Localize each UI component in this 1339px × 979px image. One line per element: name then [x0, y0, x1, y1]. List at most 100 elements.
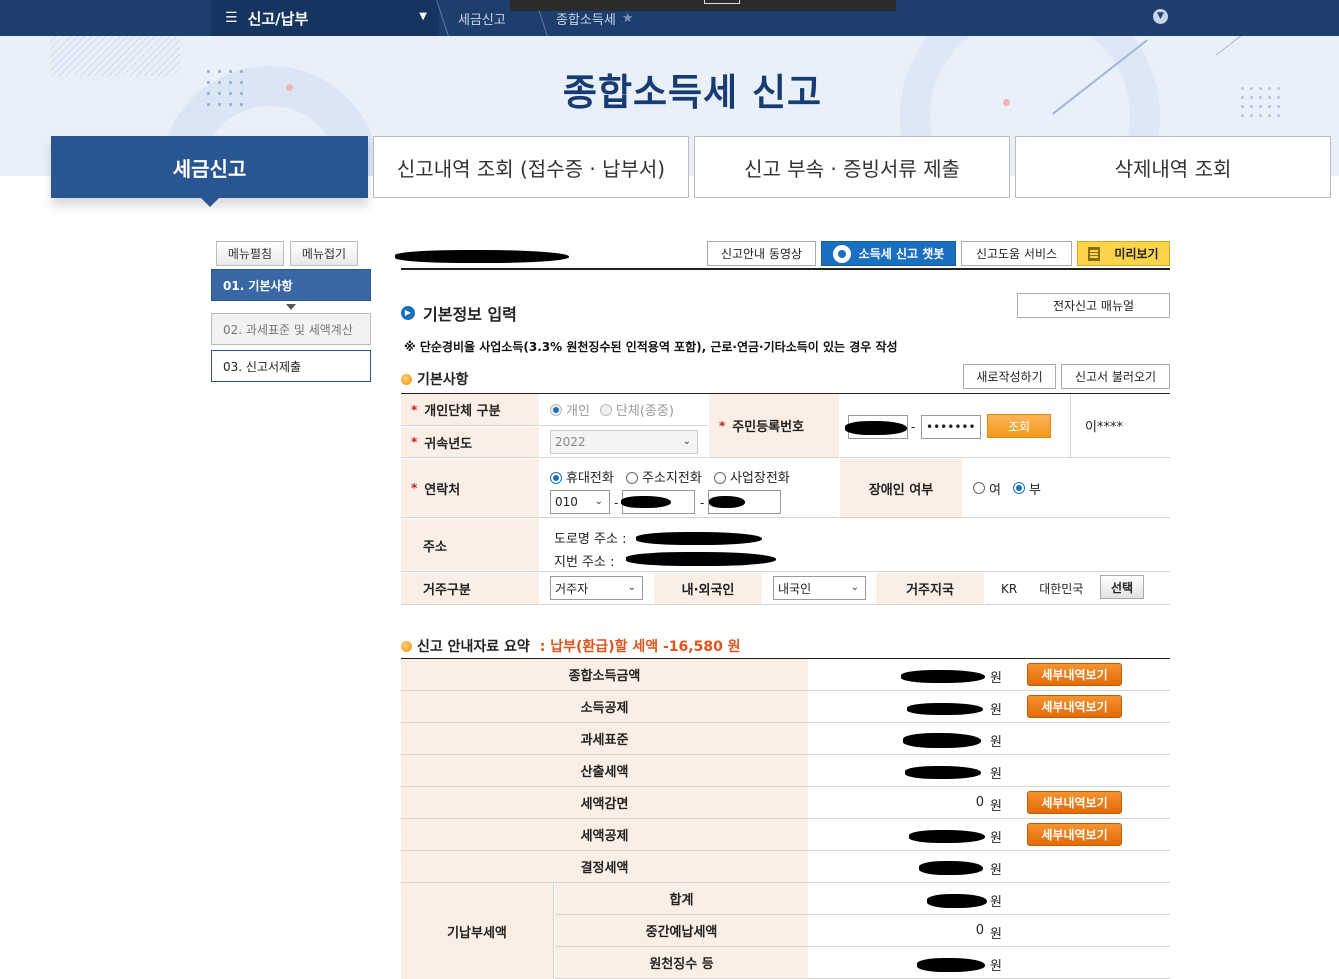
- bullet-icon: [401, 373, 412, 385]
- bullet-icon: [401, 640, 412, 652]
- row-value: 원 세부내역보기: [809, 691, 1170, 722]
- document-icon: [1088, 246, 1101, 261]
- row-label: 세액공제: [401, 819, 808, 850]
- table-row: 중간예납세액 0 원: [555, 915, 1170, 947]
- row-label: 과세표준: [401, 723, 808, 754]
- radio-disability-no[interactable]: [1012, 482, 1025, 494]
- preview-button[interactable]: 미리보기: [1077, 241, 1170, 266]
- table-row: 산출세액 원: [401, 755, 1170, 787]
- table-row: 세액공제 원 세부내역보기: [401, 819, 1170, 851]
- detail-button[interactable]: 세부내역보기: [1027, 663, 1122, 686]
- video-guide-button[interactable]: 신고안내 동영상: [707, 241, 816, 266]
- year-select[interactable]: 2022 ⌄: [550, 430, 698, 454]
- chevron-down-icon: ⌄: [850, 582, 859, 593]
- phone-prefix-select[interactable]: 010 ⌄: [550, 490, 610, 514]
- row-label: 종합소득금액: [401, 659, 808, 690]
- help-service-button[interactable]: 신고도움 서비스: [961, 241, 1072, 266]
- top-nav: ☰ 신고/납부 ▼ 세금신고 종합소득세 ★ ▼: [0, 0, 1339, 36]
- row-label: 합계: [555, 883, 808, 914]
- phone-middle-input[interactable]: [621, 490, 695, 514]
- chevron-down-circle-icon[interactable]: ▼: [1153, 9, 1168, 24]
- radio-disability-yes[interactable]: [973, 482, 985, 494]
- sidebar-item-tax-calc[interactable]: 02. 과세표준 및 세액계산: [211, 313, 371, 345]
- disability-label: 장애인 여부: [840, 459, 962, 518]
- row-label: 산출세액: [401, 755, 808, 786]
- phone-last-input[interactable]: [708, 490, 781, 514]
- breadcrumb-item-tax-report[interactable]: 세금신고: [458, 0, 506, 36]
- nav-menu-button[interactable]: ☰ 신고/납부 ▼: [211, 0, 439, 36]
- page-title: 종합소득세 신고: [562, 71, 823, 114]
- entity-type-label: * 개인단체 구분: [401, 394, 539, 426]
- payable-amount: : 납부(환급)할 세액 -16,580 원: [539, 639, 741, 655]
- summary-heading: 신고 안내자료 요약 : 납부(환급)할 세액 -16,580 원: [401, 636, 741, 656]
- table-row: 합계 원: [555, 883, 1170, 915]
- row-value: 원: [809, 883, 1170, 914]
- tab-report-history[interactable]: 신고내역 조회 (접수증 · 납부서): [373, 136, 689, 198]
- name-display: 이****: [1071, 394, 1170, 458]
- residence-select[interactable]: 거주자 ⌄: [550, 576, 643, 600]
- tab-deleted-history[interactable]: 삭제내역 조회: [1015, 136, 1331, 198]
- detail-button[interactable]: 세부내역보기: [1027, 695, 1122, 718]
- address-label: 주소: [401, 519, 539, 572]
- row-value: 원 세부내역보기: [809, 659, 1170, 690]
- table-row: 원천징수 등 원: [555, 947, 1170, 979]
- chatbot-icon: [832, 244, 851, 263]
- country-select-button[interactable]: 선택: [1100, 575, 1144, 599]
- chevron-down-icon: ⌄: [682, 436, 691, 447]
- table-row: 세액감면 0 원 세부내역보기: [401, 787, 1170, 819]
- redacted-address: [626, 552, 776, 566]
- lookup-button[interactable]: 조회: [987, 414, 1051, 438]
- arrow-right-icon: ▶: [401, 306, 415, 320]
- hamburger-icon: ☰: [225, 10, 238, 26]
- redacted-address: [636, 532, 762, 545]
- rrn-front-input[interactable]: [845, 415, 908, 439]
- row-value: 원: [809, 851, 1170, 882]
- table-row: 종합소득금액 원 세부내역보기: [401, 659, 1170, 691]
- row-value: 0 원: [809, 915, 1170, 946]
- radio-mobile[interactable]: [550, 472, 562, 484]
- nationality-select[interactable]: 내국인 ⌄: [773, 576, 866, 600]
- star-icon[interactable]: ★: [622, 11, 634, 26]
- chevron-down-icon: ⌄: [594, 496, 603, 507]
- year-label: * 귀속년도: [401, 427, 539, 458]
- new-form-button[interactable]: 새로작성하기: [963, 364, 1056, 389]
- chevron-down-icon: ⌄: [627, 582, 636, 593]
- tab-attachments[interactable]: 신고 부속 · 증빙서류 제출: [694, 136, 1010, 198]
- detail-button[interactable]: 세부내역보기: [1027, 791, 1122, 814]
- prepaid-label: 기납부세액: [401, 883, 554, 979]
- redacted-name: [395, 250, 569, 263]
- menu-collapse-button[interactable]: 메뉴접기: [290, 241, 358, 266]
- arrow-down-icon: [286, 304, 296, 310]
- table-row: 결정세액 원: [401, 851, 1170, 883]
- entity-type-radio-group: 개인 단체(종중): [540, 394, 708, 426]
- basic-info-heading: 기본사항: [401, 369, 469, 389]
- radio-work-phone[interactable]: [713, 472, 726, 484]
- nav-menu-label: 신고/납부: [247, 9, 309, 28]
- phone-type-radio-group: 휴대전화 주소지전화 사업장전화: [550, 467, 790, 486]
- tab-tax-report[interactable]: 세금신고: [51, 136, 368, 207]
- sidebar-item-basic[interactable]: 01. 기본사항: [211, 269, 371, 301]
- sidebar-item-submit[interactable]: 03. 신고서제출: [211, 350, 371, 382]
- load-form-button[interactable]: 신고서 불러오기: [1061, 364, 1170, 389]
- radio-individual[interactable]: [550, 403, 562, 416]
- detail-button[interactable]: 세부내역보기: [1027, 823, 1122, 846]
- rrn-back-input[interactable]: •••••••: [921, 415, 981, 439]
- country-label: 거주지국: [876, 573, 984, 605]
- row-label: 결정세액: [401, 851, 808, 882]
- table-row: 과세표준 원: [401, 723, 1170, 755]
- divider: [401, 268, 1170, 270]
- radio-home-phone[interactable]: [625, 472, 638, 484]
- chatbot-button[interactable]: 소득세 신고 챗봇: [821, 241, 956, 266]
- row-value: 0 원 세부내역보기: [809, 787, 1170, 818]
- disability-radio-group: 여 부: [963, 459, 1170, 518]
- radio-group-entity[interactable]: [599, 403, 612, 416]
- chevron-down-icon: ▼: [419, 11, 427, 22]
- row-label: 중간예납세액: [555, 915, 808, 946]
- redacted-rrn: [845, 421, 907, 435]
- e-filing-manual-button[interactable]: 전자신고 매뉴얼: [1017, 293, 1170, 318]
- row-value: 원: [809, 723, 1170, 754]
- overlay-bar: [510, 0, 896, 11]
- row-value: 원 세부내역보기: [809, 819, 1170, 850]
- road-address: 도로명 주소 :: [554, 532, 627, 547]
- menu-expand-button[interactable]: 메뉴펼침: [216, 241, 284, 266]
